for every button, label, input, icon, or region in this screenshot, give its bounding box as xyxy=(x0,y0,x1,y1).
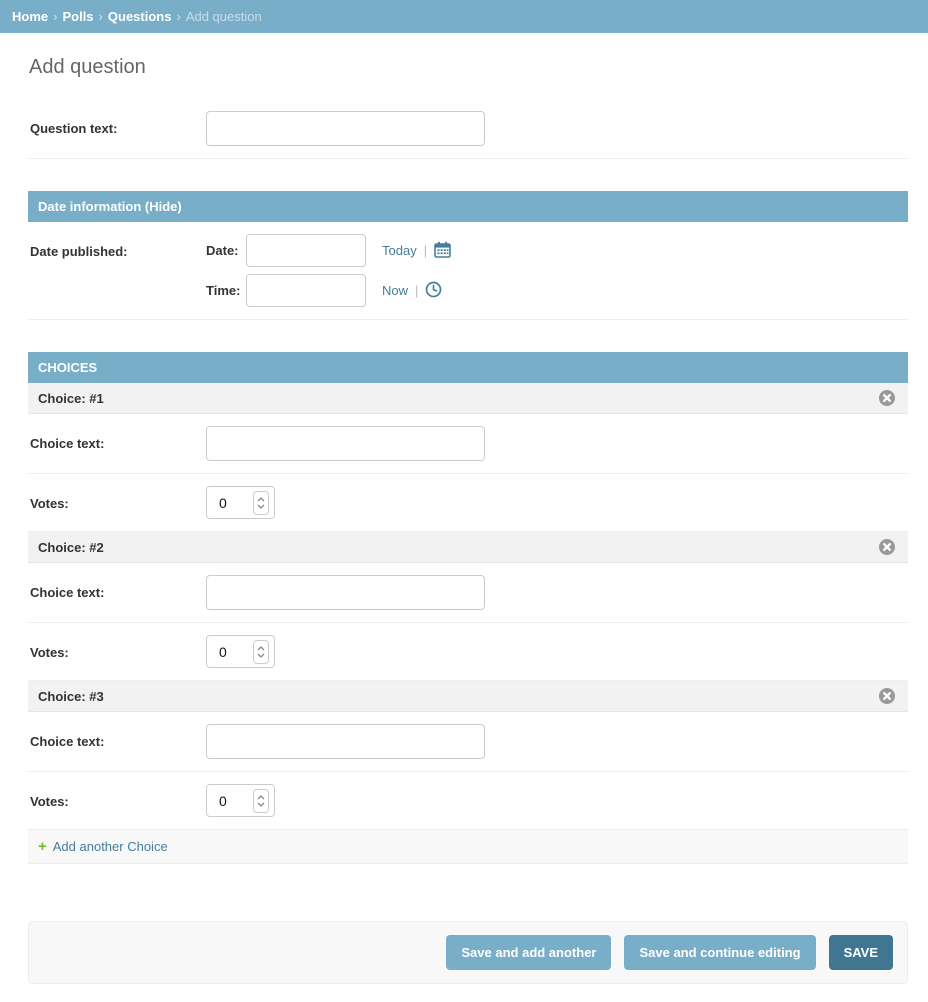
delete-choice-1-button[interactable] xyxy=(879,390,895,406)
delete-choice-2-button[interactable] xyxy=(879,539,895,555)
choice-inline-2: Choice: #2 Choice text: Votes: 0 xyxy=(28,532,908,681)
choices-module: CHOICES Choice: #1 Choice text: xyxy=(28,352,908,864)
choice-text-label: Choice text: xyxy=(30,724,206,749)
date-information-module: Date information (Hide) Date published: … xyxy=(28,191,908,320)
votes-label: Votes: xyxy=(30,635,206,660)
breadcrumb-separator: › xyxy=(53,9,57,24)
choice-3-votes-row: Votes: 0 xyxy=(28,772,908,830)
breadcrumb-link-polls[interactable]: Polls xyxy=(62,9,93,24)
content-area: Add question Question text: Date informa… xyxy=(0,33,928,1002)
breadcrumb-current: Add question xyxy=(186,9,262,24)
add-another-choice-row: + Add another Choice xyxy=(28,830,908,864)
save-and-continue-editing-button[interactable]: Save and continue editing xyxy=(624,935,815,970)
clock-button[interactable] xyxy=(425,281,442,301)
date-information-header[interactable]: Date information (Hide) xyxy=(28,191,908,222)
choice-text-label: Choice text: xyxy=(30,575,206,600)
question-module: Question text: xyxy=(28,99,908,159)
choice-inline-1: Choice: #1 Choice text: Votes: 0 xyxy=(28,383,908,532)
calendar-button[interactable] xyxy=(434,241,451,261)
add-another-choice-link[interactable]: Add another Choice xyxy=(53,839,168,854)
date-published-label: Date published: xyxy=(30,234,206,259)
clock-icon xyxy=(425,281,442,301)
delete-choice-3-button[interactable] xyxy=(879,688,895,704)
votes-value: 0 xyxy=(219,495,227,511)
date-input[interactable] xyxy=(246,234,366,267)
now-link[interactable]: Now xyxy=(382,283,408,298)
votes-value: 0 xyxy=(219,644,227,660)
time-input[interactable] xyxy=(246,274,366,307)
choice-1-title: Choice: #1 xyxy=(38,391,104,406)
delete-cross-icon xyxy=(879,692,895,707)
stepper-up-down-icon[interactable] xyxy=(253,789,269,813)
votes-label: Votes: xyxy=(30,784,206,809)
choice-2-text-input[interactable] xyxy=(206,575,485,610)
choice-2-header-row: Choice: #2 xyxy=(28,532,908,563)
date-sub-label: Date: xyxy=(206,243,246,258)
choice-3-title: Choice: #3 xyxy=(38,689,104,704)
breadcrumb-separator: › xyxy=(176,9,180,24)
choice-2-title: Choice: #2 xyxy=(38,540,104,555)
votes-value: 0 xyxy=(219,793,227,809)
choice-text-label: Choice text: xyxy=(30,426,206,451)
choices-header: CHOICES xyxy=(28,352,908,383)
save-and-add-another-button[interactable]: Save and add another xyxy=(446,935,611,970)
choice-inline-3: Choice: #3 Choice text: Votes: 0 xyxy=(28,681,908,830)
plus-icon: + xyxy=(38,840,47,853)
delete-cross-icon xyxy=(879,394,895,409)
choice-2-text-row: Choice text: xyxy=(28,563,908,623)
breadcrumb-separator: › xyxy=(99,9,103,24)
save-button[interactable]: SAVE xyxy=(829,935,893,970)
today-link[interactable]: Today xyxy=(382,243,417,258)
page-title: Add question xyxy=(29,56,908,79)
question-text-row: Question text: xyxy=(28,99,908,159)
time-sub-label: Time: xyxy=(206,283,246,298)
delete-cross-icon xyxy=(879,543,895,558)
choice-1-votes-input[interactable]: 0 xyxy=(206,486,275,519)
choice-3-header-row: Choice: #3 xyxy=(28,681,908,712)
calendar-icon xyxy=(434,241,451,261)
choice-2-votes-row: Votes: 0 xyxy=(28,623,908,681)
choice-1-header-row: Choice: #1 xyxy=(28,383,908,414)
choice-1-votes-row: Votes: 0 xyxy=(28,474,908,532)
question-text-input[interactable] xyxy=(206,111,485,146)
choice-3-votes-input[interactable]: 0 xyxy=(206,784,275,817)
choice-1-text-input[interactable] xyxy=(206,426,485,461)
breadcrumb: Home › Polls › Questions › Add question xyxy=(0,0,928,33)
separator-pipe: | xyxy=(415,283,418,298)
stepper-up-down-icon[interactable] xyxy=(253,640,269,664)
time-line: Time: Now | xyxy=(206,274,451,307)
choice-3-text-row: Choice text: xyxy=(28,712,908,772)
choice-1-text-row: Choice text: xyxy=(28,414,908,474)
breadcrumb-link-home[interactable]: Home xyxy=(12,9,48,24)
question-text-label: Question text: xyxy=(30,111,206,136)
separator-pipe: | xyxy=(424,243,427,258)
date-line: Date: Today | xyxy=(206,234,451,267)
breadcrumb-link-questions[interactable]: Questions xyxy=(108,9,172,24)
date-published-row: Date published: Date: Today | xyxy=(28,222,908,320)
votes-label: Votes: xyxy=(30,486,206,511)
choice-2-votes-input[interactable]: 0 xyxy=(206,635,275,668)
stepper-up-down-icon[interactable] xyxy=(253,491,269,515)
submit-row: Save and add another Save and continue e… xyxy=(28,921,908,984)
date-time-fields: Date: Today | xyxy=(206,234,451,307)
choice-3-text-input[interactable] xyxy=(206,724,485,759)
